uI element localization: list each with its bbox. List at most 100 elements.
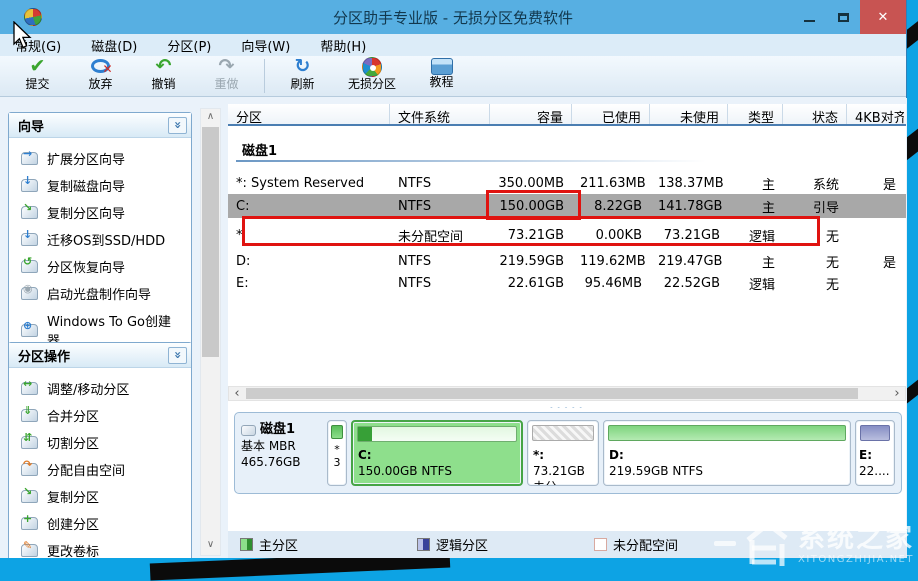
mouse-cursor-icon — [13, 21, 32, 49]
redo-label: 重做 — [214, 77, 239, 91]
partition-recovery-icon: ↺ — [21, 255, 38, 273]
sidebar-item-resize-move-partition[interactable]: ↔ 调整/移动分区 — [9, 375, 191, 402]
disk1-panel: 磁盘1 基本 MBR 465.76GB * 3 C: 150.00GB NTFS… — [234, 412, 902, 494]
watermark-site: XITONGZHIJIA.NET — [798, 554, 914, 565]
collapse-panel-button[interactable]: » — [168, 346, 187, 364]
operations-panel-header[interactable]: 分区操作 » — [9, 343, 191, 368]
discard-button[interactable]: ✕ 放弃 — [69, 56, 132, 96]
copy-partition-icon: ↘ — [21, 485, 38, 503]
column-header-type[interactable]: 类型 — [728, 104, 783, 124]
wizards-list: → 扩展分区向导 ↓ 复制磁盘向导 ↘ 复制分区向导 ↓ 迁移OS到SSD/HDD ↺ 分… — [9, 138, 191, 359]
scroll-down-icon[interactable]: ∨ — [201, 537, 220, 553]
chevron-up-icon: » — [170, 121, 185, 129]
usage-bar — [860, 425, 890, 441]
watermark-name: 系统之家 — [798, 523, 914, 554]
sidebar-item-split-partition[interactable]: ⇵ 切割分区 — [9, 429, 191, 456]
chevron-up-icon: » — [170, 351, 185, 359]
menu-general[interactable]: 常规(G) — [0, 34, 76, 56]
commit-button[interactable]: ✔ 提交 — [6, 56, 69, 96]
lossless-partition-button[interactable]: 无损分区 — [334, 56, 410, 96]
tutorial-button[interactable]: 教程 — [410, 56, 473, 96]
annotation-unallocated-row-highlight — [242, 216, 820, 246]
check-icon: ✔ — [29, 55, 46, 77]
disk-block-c-selected[interactable]: C: 150.00GB NTFS — [351, 420, 523, 486]
disk-group-underline — [236, 160, 706, 162]
disk-block-e[interactable]: E: 22.... — [855, 420, 895, 486]
desktop: { "window": { "title": "分区助手专业版 - 无损分区免费… — [0, 0, 918, 581]
primary-swatch-icon — [240, 538, 253, 551]
operations-panel: 分区操作 » ↔ 调整/移动分区 ⇓ 合并分区 ⇵ 切割分区 ↷ 分配自由空间 ↘ 复制分… — [8, 342, 192, 558]
partition-table: 分区 文件系统 容量 已使用 未使用 类型 状态 4KB对齐 磁盘1 *: Sy… — [228, 104, 906, 396]
sidebar-item-copy-partition-wizard[interactable]: ↘ 复制分区向导 — [9, 199, 191, 226]
collapse-panel-button[interactable]: » — [168, 116, 187, 134]
column-header-4kb-aligned[interactable]: 4KB对齐 — [847, 104, 904, 124]
sidebar-item-migrate-os[interactable]: ↓ 迁移OS到SSD/HDD — [9, 226, 191, 253]
refresh-label: 刷新 — [290, 77, 315, 91]
column-header-used[interactable]: 已使用 — [572, 104, 650, 124]
bootable-cd-icon: ◉ — [21, 282, 38, 300]
maximize-button[interactable] — [826, 0, 860, 34]
disk-block-d[interactable]: D: 219.59GB NTFS — [603, 420, 851, 486]
menu-wizard[interactable]: 向导(W) — [226, 34, 305, 56]
create-partition-icon: + — [21, 512, 38, 530]
migrate-os-icon: ↓ — [21, 228, 38, 246]
horizontal-scrollbar-thumb[interactable] — [246, 388, 858, 399]
sidebar-scrollbar[interactable]: ∧ ∨ — [200, 108, 221, 556]
refresh-button[interactable]: ↻ 刷新 — [271, 56, 334, 96]
minimize-button[interactable] — [792, 0, 826, 34]
menu-partition[interactable]: 分区(P) — [152, 34, 226, 56]
sidebar-item-extend-partition-wizard[interactable]: → 扩展分区向导 — [9, 145, 191, 172]
scroll-up-icon[interactable]: ∧ — [201, 109, 220, 125]
menu-bar: 常规(G) 磁盘(D) 分区(P) 向导(W) 帮助(H) — [0, 34, 906, 56]
undo-button[interactable]: ↶ 撤销 — [132, 56, 195, 96]
discard-label: 放弃 — [88, 77, 113, 91]
usage-fill — [358, 427, 373, 441]
tutorial-box-icon — [430, 58, 453, 75]
operations-panel-title: 分区操作 — [18, 349, 71, 365]
column-header-capacity[interactable]: 容量 — [490, 104, 572, 124]
scroll-left-icon[interactable]: ‹ — [229, 386, 245, 401]
sidebar-item-change-label[interactable]: ✎ 更改卷标 — [9, 537, 191, 558]
table-row-d[interactable]: D: NTFS 219.59GB 119.62MB 219.47GB 主无是 — [228, 250, 906, 272]
column-header-partition[interactable]: 分区 — [228, 104, 390, 124]
sidebar-item-create-partition[interactable]: + 创建分区 — [9, 510, 191, 537]
sidebar-item-copy-disk-wizard[interactable]: ↓ 复制磁盘向导 — [9, 172, 191, 199]
redo-button[interactable]: ↷ 重做 — [195, 56, 258, 96]
pane-splitter[interactable]: ••••• — [228, 401, 906, 415]
wizards-panel-header[interactable]: 向导 » — [9, 113, 191, 138]
lossless-partition-label: 无损分区 — [347, 77, 396, 91]
wizards-panel: 向导 » → 扩展分区向导 ↓ 复制磁盘向导 ↘ 复制分区向导 ↓ 迁移OS到SSD/H… — [8, 112, 192, 360]
table-row-e[interactable]: E: NTFS 22.61GB 95.46MB 22.52GB 逻辑无 — [228, 272, 906, 294]
disk-type: 基本 MBR — [241, 439, 296, 453]
sidebar-item-merge-partition[interactable]: ⇓ 合并分区 — [9, 402, 191, 429]
split-partition-icon: ⇵ — [21, 431, 38, 449]
column-header-filesystem[interactable]: 文件系统 — [390, 104, 490, 124]
sidebar-item-bootable-cd-wizard[interactable]: ◉ 启动光盘制作向导 — [9, 280, 191, 307]
sidebar-item-partition-recovery-wizard[interactable]: ↺ 分区恢复向导 — [9, 253, 191, 280]
disk-info[interactable]: 磁盘1 基本 MBR 465.76GB — [241, 420, 323, 486]
legend-primary: 主分区 — [240, 535, 417, 554]
copy-partition-icon: ↘ — [21, 201, 38, 219]
undo-label: 撤销 — [151, 77, 176, 91]
menu-help[interactable]: 帮助(H) — [305, 34, 381, 56]
maximize-icon — [837, 12, 849, 22]
disk-block-system-reserved[interactable]: * 3 — [327, 420, 347, 486]
close-button[interactable]: ✕ — [860, 0, 906, 34]
menu-disk[interactable]: 磁盘(D) — [76, 34, 152, 56]
app-window: 分区助手专业版 - 无损分区免费软件 ✕ 常规(G) 磁盘(D) 分区(P) 向… — [0, 0, 907, 558]
toolbar: ✔ 提交 ✕ 放弃 ↶ 撤销 ↷ 重做 ↻ 刷新 无损分区 教程 — [0, 56, 906, 97]
scrollbar-thumb[interactable] — [202, 127, 219, 357]
table-horizontal-scrollbar[interactable]: ‹ › — [228, 386, 906, 401]
sidebar-item-copy-partition[interactable]: ↘ 复制分区 — [9, 483, 191, 510]
usage-bar — [331, 425, 343, 439]
scroll-right-icon[interactable]: › — [889, 386, 905, 401]
disk-block-unallocated[interactable]: *: 73.21GB 未分... — [527, 420, 599, 486]
sidebar-item-allocate-free-space[interactable]: ↷ 分配自由空间 — [9, 456, 191, 483]
toolbar-separator — [264, 59, 265, 93]
column-header-status[interactable]: 状态 — [783, 104, 847, 124]
window-title: 分区助手专业版 - 无损分区免费软件 — [333, 8, 573, 27]
column-header-unused[interactable]: 未使用 — [650, 104, 728, 124]
title-bar[interactable]: 分区助手专业版 - 无损分区免费软件 ✕ — [0, 0, 906, 34]
main-content: 向导 » → 扩展分区向导 ↓ 复制磁盘向导 ↘ 复制分区向导 ↓ 迁移OS到SSD/H… — [0, 98, 907, 558]
change-label-icon: ✎ — [21, 539, 38, 557]
